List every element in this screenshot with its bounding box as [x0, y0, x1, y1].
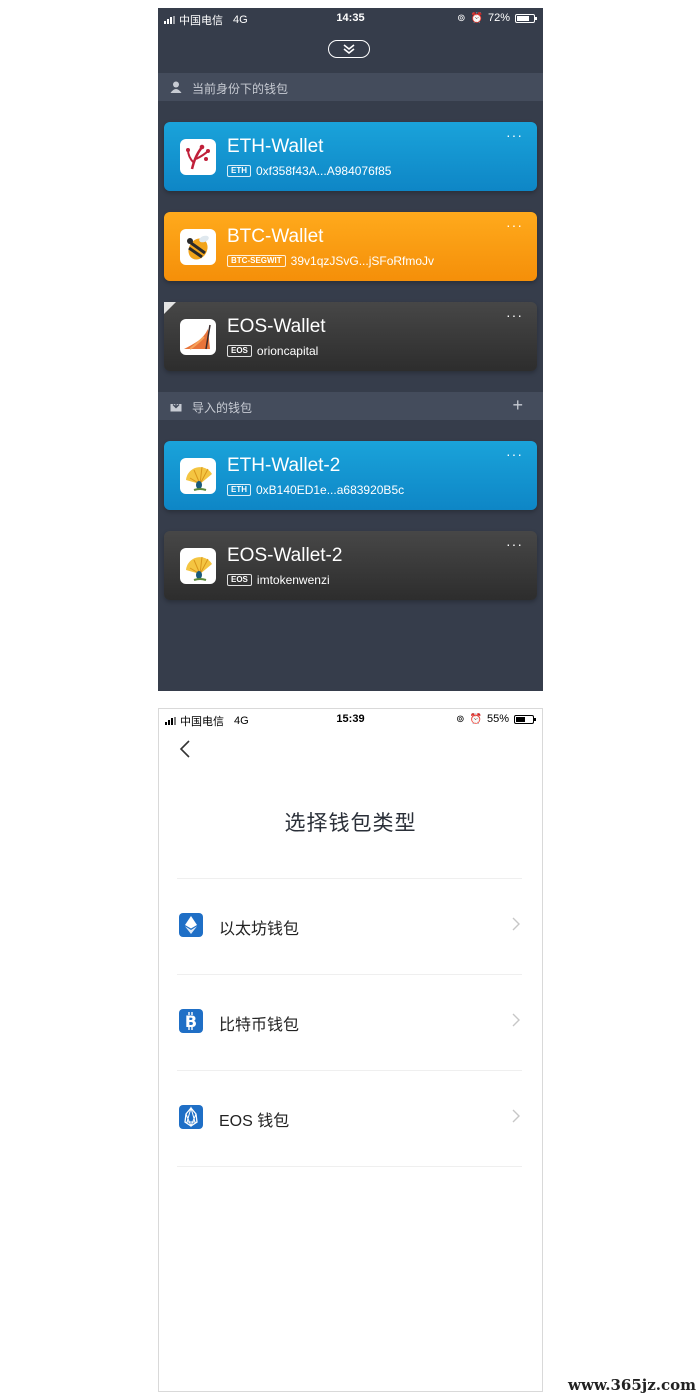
peacock-avatar-icon	[186, 556, 212, 581]
wallet-name: ETH-Wallet	[227, 136, 324, 157]
battery-percent: 55%	[486, 713, 509, 725]
wallet-address: imtokenwenzi	[256, 573, 330, 587]
status-bar: 中国电信 4G 14:35 ⊚ ⏰ 72%	[158, 8, 543, 28]
wallet-avatar	[180, 229, 216, 265]
back-button[interactable]	[179, 739, 191, 764]
wallet-avatar	[180, 548, 216, 584]
divider	[177, 1070, 522, 1071]
orientation-lock-icon: ⊚	[457, 12, 466, 24]
wallet-avatar	[180, 319, 216, 355]
watermark: www.365jz.com	[568, 1376, 696, 1394]
chain-badge: ETH	[227, 165, 251, 177]
wallet-address: 39v1qzJSvG...jSFoRfmoJv	[290, 254, 435, 268]
wallet-address: 0xB140ED1e...a683920B5c	[256, 483, 405, 497]
add-wallet-button[interactable]: +	[512, 396, 523, 414]
wallet-name: ETH-Wallet-2	[227, 455, 341, 476]
wallet-card-eos[interactable]: EOS-Wallet EOS orioncapital ···	[164, 302, 537, 371]
user-icon	[170, 81, 182, 93]
bee-avatar-icon	[187, 235, 209, 260]
coral-avatar-icon	[186, 144, 210, 170]
page-title: 选择钱包类型	[284, 812, 417, 835]
option-label: 比特币钱包	[219, 1017, 300, 1034]
chevron-right-icon	[512, 1013, 520, 1027]
battery-percent: 72%	[487, 12, 510, 24]
wallet-type-option-eos[interactable]: EOS 钱包	[177, 1093, 522, 1143]
wallet-name: BTC-Wallet	[227, 226, 324, 247]
section-title: 当前身份下的钱包	[192, 82, 289, 96]
more-options-button[interactable]: ···	[506, 447, 523, 461]
selected-corner-marker	[164, 302, 176, 314]
chain-badge: ETH	[227, 484, 251, 496]
wallet-card-btc[interactable]: BTC-Wallet BTC-SEGWIT 39v1qzJSvG...jSFoR…	[164, 212, 537, 281]
chevron-right-icon	[512, 917, 520, 931]
double-chevron-down-icon	[343, 44, 355, 55]
wallet-avatar	[180, 458, 216, 494]
peacock-avatar-icon	[186, 466, 212, 491]
bitcoin-icon: B	[179, 1009, 203, 1033]
more-options-button[interactable]: ···	[506, 218, 523, 232]
orientation-lock-icon: ⊚	[456, 713, 465, 725]
eos-icon	[179, 1105, 203, 1129]
divider	[177, 878, 522, 879]
alarm-icon: ⏰	[469, 713, 482, 725]
import-icon	[170, 400, 182, 412]
chain-badge: BTC-SEGWIT	[227, 255, 286, 267]
option-label: 以太坊钱包	[219, 921, 300, 938]
wallet-type-option-bitcoin[interactable]: B 比特币钱包	[177, 997, 522, 1047]
wallet-list-screen: 中国电信 4G 14:35 ⊚ ⏰ 72% 当前身份下的钱包 ETH-Walle…	[158, 8, 543, 691]
wallet-address: orioncapital	[256, 344, 319, 358]
section-imported-wallets: 导入的钱包 +	[158, 392, 543, 420]
section-title: 导入的钱包	[192, 401, 253, 415]
collapse-button[interactable]	[328, 40, 370, 58]
wallet-address: 0xf358f43A...A984076f85	[256, 164, 392, 178]
divider	[177, 1166, 522, 1167]
alarm-icon: ⏰	[470, 12, 483, 24]
more-options-button[interactable]: ···	[506, 537, 523, 551]
wallet-name: EOS-Wallet-2	[227, 545, 343, 566]
svg-text:B: B	[185, 1012, 197, 1031]
chevron-right-icon	[512, 1109, 520, 1123]
battery-icon	[514, 714, 536, 724]
wave-avatar-icon	[184, 324, 211, 350]
section-identity-wallets: 当前身份下的钱包	[158, 73, 543, 101]
option-label: EOS 钱包	[219, 1113, 290, 1130]
chevron-left-icon	[179, 740, 190, 758]
more-options-button[interactable]: ···	[506, 128, 523, 142]
chain-badge: EOS	[227, 574, 252, 586]
divider	[177, 974, 522, 975]
wallet-card-eth-2[interactable]: ETH-Wallet-2 ETH 0xB140ED1e...a683920B5c…	[164, 441, 537, 510]
wallet-card-eos-2[interactable]: EOS-Wallet-2 EOS imtokenwenzi ···	[164, 531, 537, 600]
battery-icon	[515, 13, 537, 23]
status-bar: 中国电信 4G 15:39 ⊚ ⏰ 55%	[159, 709, 542, 729]
wallet-type-screen: 中国电信 4G 15:39 ⊚ ⏰ 55% 选择钱包类型 以太坊钱包 B 比特币…	[158, 708, 543, 1392]
more-options-button[interactable]: ···	[506, 308, 523, 322]
ethereum-icon	[179, 913, 203, 937]
wallet-type-option-ethereum[interactable]: 以太坊钱包	[177, 901, 522, 951]
wallet-name: EOS-Wallet	[227, 316, 326, 337]
wallet-avatar	[180, 139, 216, 175]
chain-badge: EOS	[227, 345, 252, 357]
wallet-card-eth[interactable]: ETH-Wallet ETH 0xf358f43A...A984076f85 ·…	[164, 122, 537, 191]
